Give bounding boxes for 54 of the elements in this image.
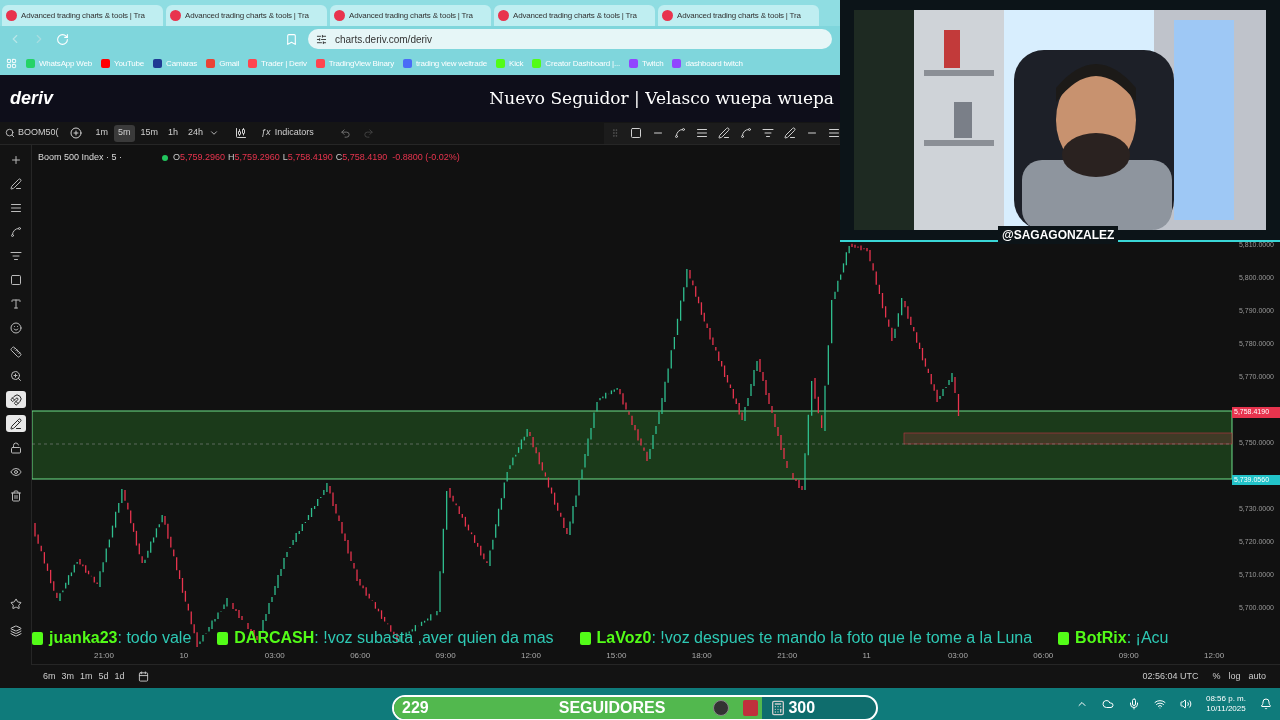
symbol-search[interactable]: BOOM50(	[0, 126, 64, 140]
ohlc-value: H5,759.2960	[228, 151, 280, 164]
time-label: 21:00	[777, 650, 799, 662]
interval-button[interactable]: 24h	[184, 124, 208, 142]
function-symbol: ƒx	[261, 126, 271, 140]
range-button[interactable]: 5d	[95, 669, 112, 684]
indicators-button[interactable]: Indicators	[270, 126, 318, 140]
time-label: 03:00	[947, 650, 969, 662]
time-label: 18:00	[691, 650, 713, 662]
time-label: 11	[862, 650, 872, 662]
time-label: 06:00	[1033, 650, 1055, 662]
interval-button[interactable]: 1h	[164, 124, 183, 142]
time-label: 09:00	[435, 650, 457, 662]
browser-tab[interactable]: Advanced trading charts & tools | Tra	[658, 5, 819, 26]
time-label: 12:00	[520, 650, 542, 662]
time-label: 06:00	[350, 650, 372, 662]
taskbar-clock[interactable]: 08:56 p. m. 10/11/2025	[1205, 694, 1246, 714]
ohlc-value: L5,758.4190	[282, 151, 333, 164]
range-button[interactable]: 3m	[58, 669, 78, 684]
range-button[interactable]: 1d	[111, 669, 128, 684]
goal-current: 229	[402, 698, 429, 718]
time-label: 09:00	[1118, 650, 1140, 662]
chat-message: LaVoz0: !voz despues te mando la foto que le tome a la Luna	[596, 628, 1033, 648]
scale-option[interactable]: log	[1224, 669, 1245, 684]
interval-button[interactable]: 15m	[136, 124, 163, 142]
time-label: 03:00	[264, 650, 286, 662]
browser-tab[interactable]: Advanced trading charts & tools | Tra	[494, 5, 655, 26]
ohlc-value: O5,759.2960	[173, 151, 226, 164]
browser-tab[interactable]: Advanced trading charts & tools | Tra	[330, 5, 491, 26]
time-label: 12:00	[1204, 650, 1226, 662]
chat-message: BotRix: ¡Acu	[1075, 628, 1169, 648]
time-label: 10	[179, 650, 190, 662]
price-change: -0.8800 (-0.02%)	[392, 151, 460, 164]
goal-label: SEGUIDORES	[558, 698, 666, 718]
scale-option[interactable]: auto	[1244, 669, 1270, 684]
deriv-logo: deriv	[10, 87, 54, 110]
time-label: 15:00	[606, 650, 628, 662]
url-text: charts.deriv.com/deriv	[335, 32, 433, 47]
interval-button[interactable]: 5m	[114, 124, 135, 142]
streamer-handle: @SAGAGONZALEZ	[998, 226, 1119, 244]
scale-option[interactable]: %	[1208, 669, 1225, 684]
browser-tab[interactable]: Advanced trading charts & tools | Tra	[2, 5, 163, 26]
range-button[interactable]: 6m	[40, 669, 59, 684]
goal-target: 300	[788, 698, 816, 718]
alert-text: Nuevo Seguidor | Velasco wuepa wuepa	[489, 86, 834, 110]
interval-button[interactable]: 1m	[91, 124, 113, 142]
ohlc-value: C5,758.4190	[335, 151, 388, 164]
range-button[interactable]: 1m	[77, 669, 96, 684]
chat-message: juanka23: todo vale	[49, 628, 192, 648]
chart-title: Boom 500 Index · 5 ·	[38, 151, 123, 164]
address-field[interactable]: charts.deriv.com/deriv	[308, 29, 832, 49]
time-label: 21:00	[94, 650, 116, 662]
utc-clock: 02:56:04 UTC	[1142, 669, 1199, 683]
browser-tab[interactable]: Advanced trading charts & tools | Tra	[166, 5, 327, 26]
